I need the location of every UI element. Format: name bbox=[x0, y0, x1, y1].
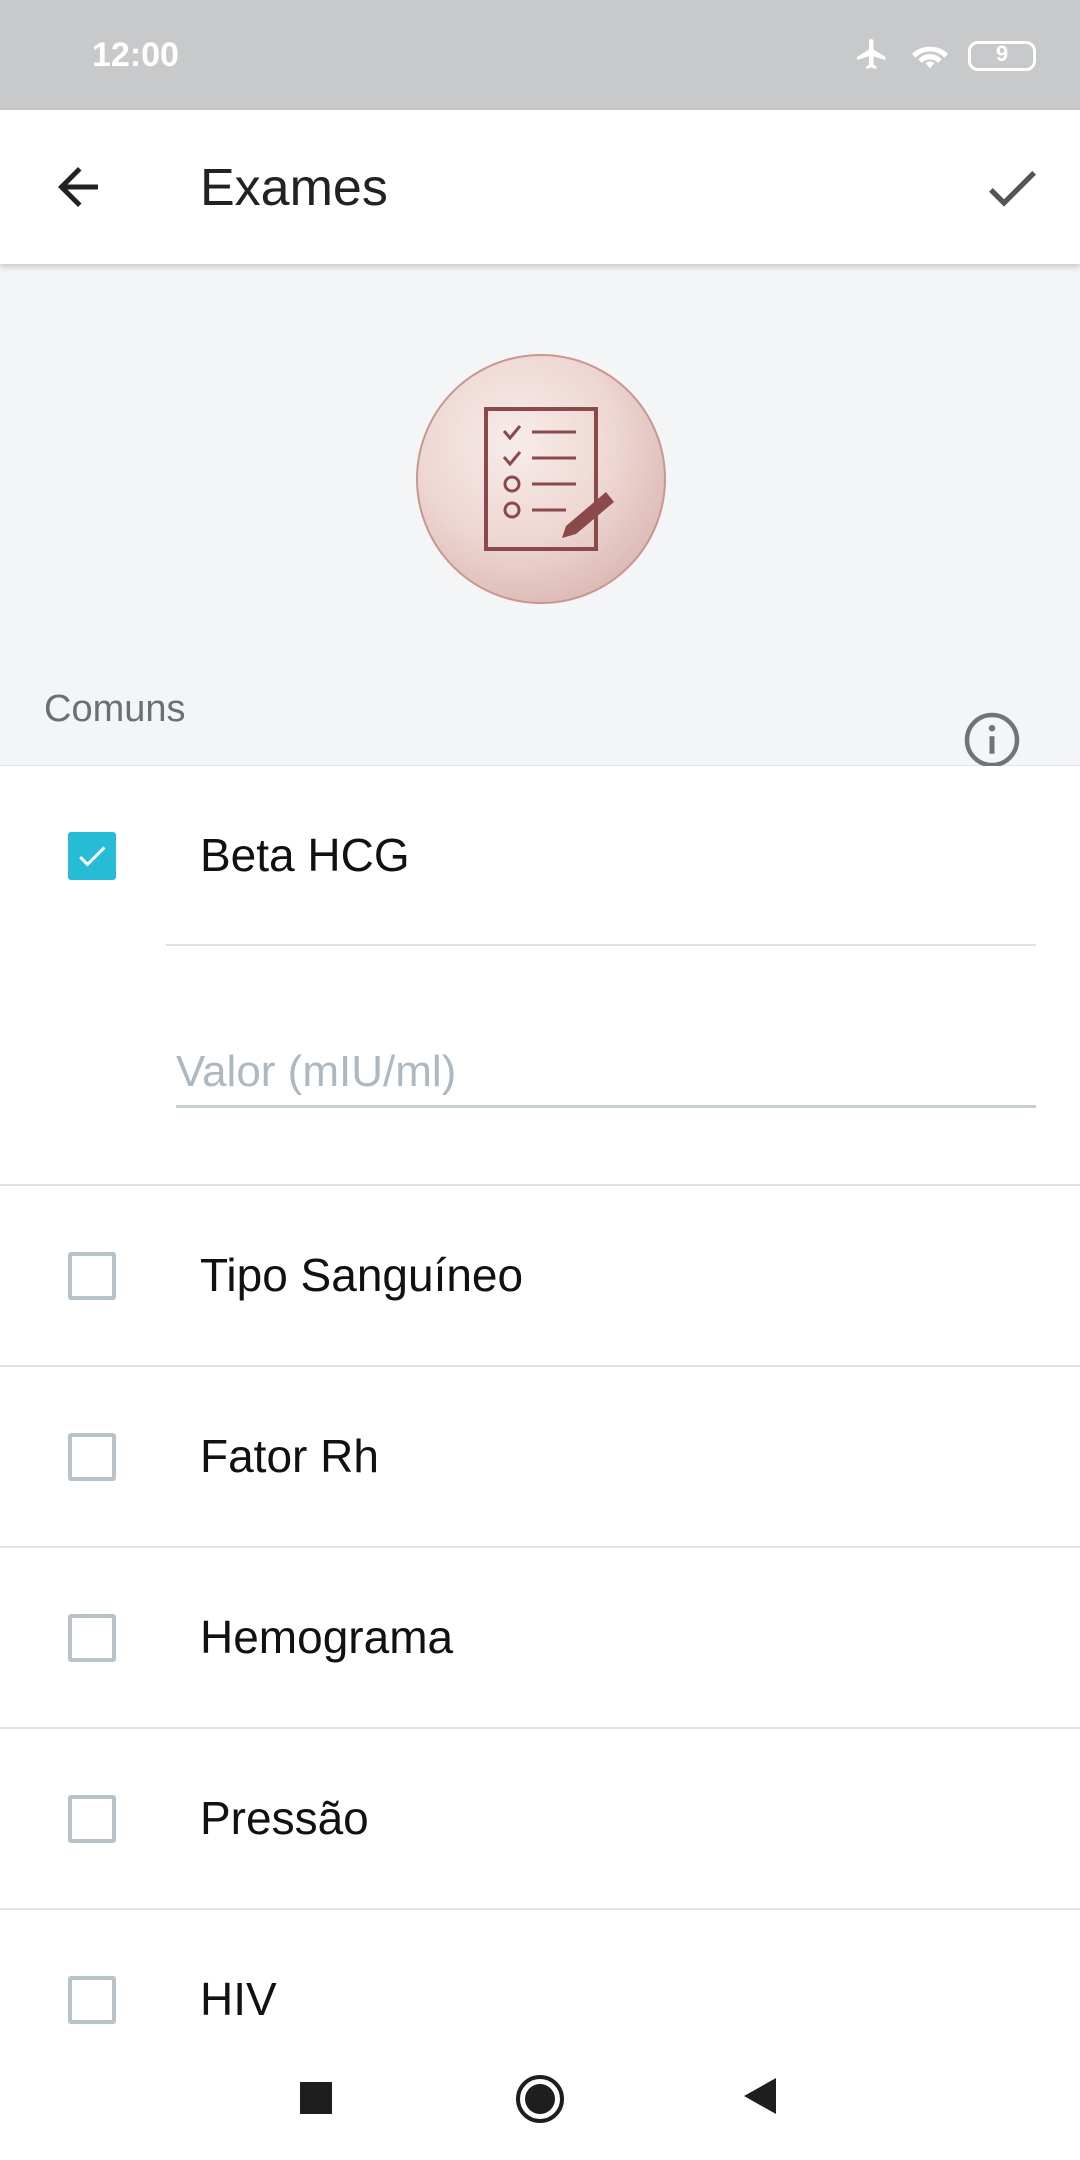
exam-label: Beta HCG bbox=[200, 829, 410, 881]
exam-label: Hemograma bbox=[200, 1611, 454, 1663]
checklist-pen-icon bbox=[416, 354, 666, 604]
checkbox[interactable] bbox=[68, 1252, 116, 1300]
header-area: Comuns bbox=[0, 264, 1080, 770]
confirm-check-icon[interactable] bbox=[980, 156, 1044, 220]
divider bbox=[166, 944, 1036, 946]
checkbox[interactable] bbox=[68, 1614, 116, 1662]
exam-label: Tipo Sanguíneo bbox=[200, 1249, 524, 1301]
system-nav-bar bbox=[0, 2030, 1080, 2160]
home-circle-icon[interactable] bbox=[515, 2074, 565, 2124]
checkbox[interactable] bbox=[68, 1433, 116, 1481]
battery-icon: 9 bbox=[968, 41, 1036, 71]
exam-item-pressao[interactable]: Pressão bbox=[0, 1729, 1080, 1910]
exam-list: Beta HCG Tipo Sanguíneo Fator Rh Hemogra… bbox=[0, 766, 1080, 2091]
checkbox[interactable] bbox=[68, 1976, 116, 2024]
exam-item-fator-rh[interactable]: Fator Rh bbox=[0, 1367, 1080, 1548]
exam-label: Pressão bbox=[200, 1792, 369, 1844]
airplane-mode-icon bbox=[852, 36, 892, 77]
back-arrow-icon[interactable] bbox=[48, 157, 108, 217]
exam-item-hemograma[interactable]: Hemograma bbox=[0, 1548, 1080, 1729]
info-icon[interactable] bbox=[962, 710, 1022, 770]
exam-item-beta-hcg[interactable]: Beta HCG bbox=[0, 766, 1080, 1186]
battery-level: 9 bbox=[995, 41, 1009, 66]
recents-square-icon[interactable] bbox=[300, 2082, 332, 2114]
status-bar: 12:00 9 bbox=[0, 0, 1080, 110]
page-title: Exames bbox=[200, 159, 388, 217]
exam-label: HIV bbox=[200, 1973, 277, 2025]
status-time: 12:00 bbox=[92, 36, 179, 74]
section-label: Comuns bbox=[44, 688, 186, 730]
exam-item-tipo-sanguineo[interactable]: Tipo Sanguíneo bbox=[0, 1186, 1080, 1367]
wifi-icon bbox=[908, 36, 952, 77]
back-triangle-icon[interactable] bbox=[742, 2076, 778, 2116]
beta-hcg-value-input[interactable] bbox=[176, 1038, 1036, 1108]
checkbox-checked[interactable] bbox=[68, 832, 116, 880]
exam-label: Fator Rh bbox=[200, 1430, 379, 1482]
status-icons: 9 bbox=[852, 34, 1036, 78]
app-bar: Exames bbox=[0, 110, 1080, 264]
checkbox[interactable] bbox=[68, 1795, 116, 1843]
